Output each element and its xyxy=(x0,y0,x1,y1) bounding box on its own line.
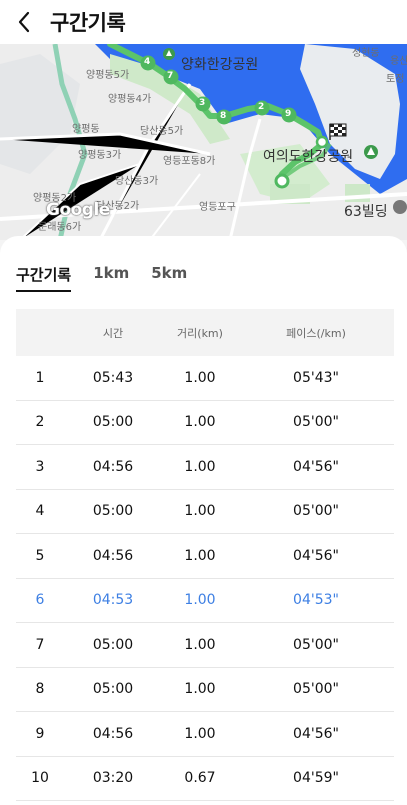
lap-time: 03:20 xyxy=(92,770,134,787)
lap-number: 3 xyxy=(35,458,45,475)
tab-bar: 구간기록 1km 5km xyxy=(16,264,187,292)
chevron-left-icon xyxy=(18,11,30,33)
lap-distance: 1.00 xyxy=(184,503,216,520)
lap-time: 05:43 xyxy=(92,369,134,386)
lap-distance: 1.00 xyxy=(184,369,216,386)
table-row: 1 05:43 1.00 05'43" xyxy=(16,356,394,401)
lap-number: 4 xyxy=(35,503,45,520)
map-label: 토정 xyxy=(386,74,405,85)
lap-number: 10 xyxy=(31,770,49,787)
lap-number: 7 xyxy=(35,636,45,653)
lap-distance: 1.00 xyxy=(184,547,216,564)
map-label: 63빌딩 xyxy=(344,204,388,220)
map-label: 양평동4가 xyxy=(108,94,152,105)
lap-time: 05:00 xyxy=(92,503,134,520)
col-header-time: 시간 xyxy=(102,326,124,340)
table-row: 7 05:00 1.00 05'00" xyxy=(16,623,394,668)
lap-number: 8 xyxy=(35,681,45,698)
start-point-icon xyxy=(274,173,290,189)
km-marker-label: 4 xyxy=(144,57,151,67)
map-label: 영등포구 xyxy=(199,202,236,213)
col-header-pace: 페이스(/km) xyxy=(286,326,346,340)
building-pin-icon xyxy=(393,200,407,214)
back-button[interactable] xyxy=(4,0,44,44)
map-label: 양화한강공원 xyxy=(181,57,259,73)
table-header: 시간 거리(km) 페이스(/km) xyxy=(16,309,394,356)
table-row: 2 05:00 1.00 05'00" xyxy=(16,401,394,445)
km-marker-label: 9 xyxy=(285,109,292,119)
lap-time: 05:00 xyxy=(92,681,134,698)
lap-time: 05:00 xyxy=(92,414,134,431)
lap-number: 2 xyxy=(35,414,45,431)
lap-distance: 1.00 xyxy=(184,592,216,609)
map-label: 당산동5가 xyxy=(140,126,184,137)
table-row: 6 04:53 1.00 04'53" xyxy=(16,579,394,623)
lap-records-sheet: 구간기록 1km 5km 시간 거리(km) 페이스(/km) 1 05:43 1.… xyxy=(0,236,407,805)
map-label: 양평동5가 xyxy=(86,70,130,81)
km-marker-label: 8 xyxy=(220,111,227,121)
table-row: 10 03:20 0.67 04'59" xyxy=(16,757,394,801)
google-logo: Google xyxy=(46,200,110,220)
lap-pace: 05'00" xyxy=(293,636,339,653)
map-label: 여의도한강공원 xyxy=(263,149,354,165)
lap-distance: 1.00 xyxy=(184,414,216,431)
km-marker-label: 2 xyxy=(258,102,265,112)
lap-time: 04:56 xyxy=(92,458,134,475)
app-header: 구간기록 xyxy=(0,0,407,44)
lap-number: 5 xyxy=(35,547,45,564)
lap-pace: 05'00" xyxy=(293,503,339,520)
lap-pace: 05'43" xyxy=(293,369,339,386)
lap-table: 시간 거리(km) 페이스(/km) 1 05:43 1.00 05'43" 2 05:0… xyxy=(16,309,394,801)
park-pin-icon xyxy=(163,48,175,60)
map-label: 용산 xyxy=(390,56,407,67)
tab-5km[interactable]: 5km xyxy=(151,264,187,292)
lap-distance: 1.00 xyxy=(184,725,216,742)
lap-time: 04:56 xyxy=(92,547,134,564)
map-label: 문래동6가 xyxy=(38,222,82,233)
park-pin-icon xyxy=(364,145,378,159)
lap-distance: 1.00 xyxy=(184,458,216,475)
table-row: 9 04:56 1.00 04'56" xyxy=(16,712,394,757)
page-title: 구간기록 xyxy=(50,11,126,35)
map-label: 성현동 xyxy=(352,48,380,59)
km-marker-label: 7 xyxy=(167,71,174,81)
map-label: 영등포동8가 xyxy=(163,156,216,167)
lap-pace: 04'56" xyxy=(293,547,339,564)
tab-1km[interactable]: 1km xyxy=(93,264,129,292)
lap-pace: 05'00" xyxy=(293,681,339,698)
lap-distance: 1.00 xyxy=(184,681,216,698)
km-marker-label: 3 xyxy=(199,98,206,108)
lap-number: 9 xyxy=(35,725,45,742)
table-row: 8 05:00 1.00 05'00" xyxy=(16,668,394,712)
lap-pace: 04'56" xyxy=(293,725,339,742)
lap-distance: 1.00 xyxy=(184,636,216,653)
map-label: 양평동3가 xyxy=(78,150,122,161)
lap-pace: 05'00" xyxy=(293,414,339,431)
tab-laps[interactable]: 구간기록 xyxy=(16,264,72,292)
lap-time: 04:53 xyxy=(92,592,134,609)
lap-pace: 04'59" xyxy=(293,770,339,787)
map-label: 당산동3가 xyxy=(115,176,159,187)
col-header-distance: 거리(km) xyxy=(177,326,223,340)
lap-time: 04:56 xyxy=(92,725,134,742)
lap-time: 05:00 xyxy=(92,636,134,653)
lap-distance: 0.67 xyxy=(184,770,216,787)
lap-number: 6 xyxy=(35,592,45,609)
lap-pace: 04'56" xyxy=(293,458,339,475)
table-row: 4 05:00 1.00 05'00" xyxy=(16,490,394,534)
table-row: 3 04:56 1.00 04'56" xyxy=(16,445,394,490)
map-label: 양평동 xyxy=(72,124,100,135)
lap-pace: 04'53" xyxy=(293,592,339,609)
table-body: 1 05:43 1.00 05'43" 2 05:00 1.00 05'00" 3 04:56 1.… xyxy=(16,356,394,801)
lap-number: 1 xyxy=(35,369,45,386)
table-row: 5 04:56 1.00 04'56" xyxy=(16,534,394,579)
